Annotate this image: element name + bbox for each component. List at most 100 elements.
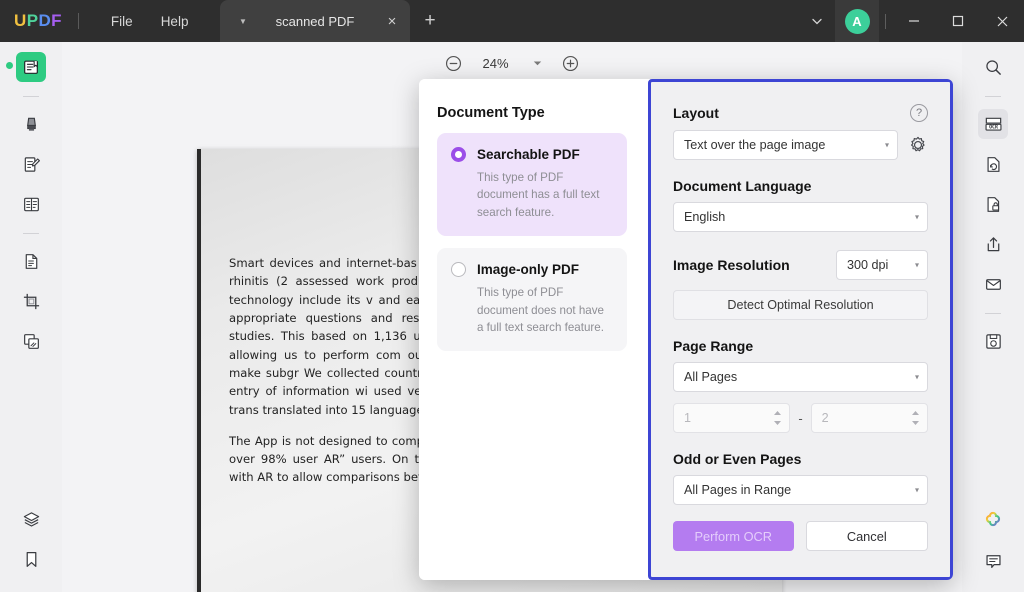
tab-dropdown-caret-icon[interactable]: ▼ xyxy=(230,17,256,26)
tab-close-icon[interactable]: × xyxy=(374,13,410,30)
option-image-only-pdf-head: Image-only PDF xyxy=(451,262,613,277)
odd-or-even-select[interactable]: All Pages in Range ▾ xyxy=(673,475,928,505)
image-resolution-select[interactable]: 300 dpi ▾ xyxy=(836,250,928,280)
svg-text:OCR: OCR xyxy=(989,124,998,130)
option-image-only-pdf[interactable]: Image-only PDF This type of PDF document… xyxy=(437,248,627,351)
option-searchable-pdf-description: This type of PDF document has a full tex… xyxy=(477,169,613,221)
image-resolution-row: Image Resolution 300 dpi ▾ xyxy=(673,250,928,280)
chevron-down-icon[interactable] xyxy=(799,0,835,42)
detect-optimal-resolution-button[interactable]: Detect Optimal Resolution xyxy=(673,290,928,320)
sidebar-item-batch[interactable] xyxy=(16,326,46,356)
logo-letter-u: U xyxy=(14,11,27,31)
convert-pdf-button[interactable] xyxy=(978,149,1008,179)
sidebar-item-edit-pdf[interactable] xyxy=(16,149,46,179)
email-button[interactable] xyxy=(978,269,1008,299)
page-range-inputs: 1 - 2 xyxy=(673,403,928,433)
stepper-arrows-icon[interactable] xyxy=(773,410,782,426)
left-toolbar xyxy=(0,42,62,592)
radio-image-only-pdf[interactable] xyxy=(451,262,466,277)
chevron-down-icon: ▾ xyxy=(915,486,919,495)
layout-row: Text over the page image ▾ xyxy=(673,130,928,160)
rail-divider-2 xyxy=(23,233,39,234)
ocr-settings-panel: Layout ? Text over the page image ▾ Docu… xyxy=(648,79,953,580)
zoom-dropdown-caret-icon[interactable] xyxy=(523,60,552,67)
sidebar-item-reader[interactable] xyxy=(16,52,46,82)
document-language-value: English xyxy=(684,210,725,224)
titlebar-right-controls: A xyxy=(799,0,1024,42)
comment-button[interactable] xyxy=(978,546,1008,576)
stepper-arrows-icon[interactable] xyxy=(911,410,920,426)
layout-select-value: Text over the page image xyxy=(684,138,825,152)
page-range-from-value: 1 xyxy=(684,411,691,425)
ocr-button[interactable]: OCR xyxy=(978,109,1008,139)
document-language-select[interactable]: English ▾ xyxy=(673,202,928,232)
radio-searchable-pdf[interactable] xyxy=(451,147,466,162)
page-range-value: All Pages xyxy=(684,370,737,384)
chevron-down-icon: ▾ xyxy=(915,213,919,222)
page-range-to-input[interactable]: 2 xyxy=(811,403,928,433)
protect-document-button[interactable] xyxy=(978,189,1008,219)
search-button[interactable] xyxy=(978,52,1008,82)
title-bar: UPDF File Help ▼ scanned PDF × + A xyxy=(0,0,1024,42)
bookmark-button[interactable] xyxy=(16,544,46,574)
document-type-title: Document Type xyxy=(437,105,627,121)
help-icon[interactable]: ? xyxy=(910,104,928,122)
page-range-to-value: 2 xyxy=(822,411,829,425)
right-toolbar: OCR xyxy=(962,42,1024,592)
perform-ocr-button[interactable]: Perform OCR xyxy=(673,521,794,551)
page-range-from-input[interactable]: 1 xyxy=(673,403,790,433)
sidebar-item-crop[interactable] xyxy=(16,286,46,316)
menu-help[interactable]: Help xyxy=(147,10,203,33)
zoom-level-value[interactable]: 24% xyxy=(473,56,519,71)
option-image-only-pdf-description: This type of PDF document does not have … xyxy=(477,284,613,336)
right-rail-divider-2 xyxy=(985,313,1001,314)
rail-divider-1 xyxy=(23,96,39,97)
avatar: A xyxy=(845,9,870,34)
window-minimize-button[interactable] xyxy=(892,0,936,42)
document-tab[interactable]: ▼ scanned PDF × xyxy=(220,0,410,42)
zoom-out-button[interactable] xyxy=(439,48,469,78)
user-account-button[interactable]: A xyxy=(835,0,879,42)
tab-title: scanned PDF xyxy=(256,14,374,29)
sidebar-item-organize-pages[interactable] xyxy=(16,189,46,219)
option-searchable-pdf[interactable]: Searchable PDF This type of PDF document… xyxy=(437,133,627,236)
new-tab-button[interactable]: + xyxy=(410,0,450,42)
logo-letter-d: D xyxy=(38,11,51,31)
window-maximize-button[interactable] xyxy=(936,0,980,42)
share-button[interactable] xyxy=(978,229,1008,259)
layout-select[interactable]: Text over the page image ▾ xyxy=(673,130,898,160)
page-range-select[interactable]: All Pages ▾ xyxy=(673,362,928,392)
layers-button[interactable] xyxy=(16,504,46,534)
document-language-label: Document Language xyxy=(673,178,928,194)
save-button[interactable] xyxy=(978,326,1008,356)
document-type-panel: Document Type Searchable PDF This type o… xyxy=(419,79,645,580)
layout-label: Layout xyxy=(673,105,719,121)
option-searchable-pdf-label: Searchable PDF xyxy=(477,147,580,162)
window-close-button[interactable] xyxy=(980,0,1024,42)
logo-letter-p: P xyxy=(27,11,39,31)
zoom-toolbar: 24% xyxy=(62,42,962,84)
tab-strip: ▼ scanned PDF × + xyxy=(220,0,450,42)
chevron-down-icon: ▾ xyxy=(915,373,919,382)
zoom-in-button[interactable] xyxy=(556,48,586,78)
chevron-down-icon: ▾ xyxy=(885,141,889,150)
titlebar-divider xyxy=(78,13,79,29)
ocr-settings-dialog: Document Type Searchable PDF This type o… xyxy=(419,79,953,580)
right-rail-divider-1 xyxy=(985,96,1001,97)
odd-or-even-value: All Pages in Range xyxy=(684,483,791,497)
workspace: 24% Improve i Smart devices and internet… xyxy=(0,42,1024,592)
option-image-only-pdf-label: Image-only PDF xyxy=(477,262,579,277)
active-indicator-dot xyxy=(6,62,13,69)
gear-icon[interactable] xyxy=(908,135,928,155)
logo-letter-f: F xyxy=(51,11,62,31)
chevron-down-icon: ▾ xyxy=(915,261,919,270)
image-resolution-value: 300 dpi xyxy=(847,258,888,272)
ai-assistant-button[interactable] xyxy=(978,506,1008,536)
sidebar-item-page-edit[interactable] xyxy=(16,246,46,276)
titlebar-divider-2 xyxy=(885,14,886,29)
sidebar-item-annotate[interactable] xyxy=(16,109,46,139)
cancel-button[interactable]: Cancel xyxy=(806,521,929,551)
option-searchable-pdf-head: Searchable PDF xyxy=(451,147,613,162)
menu-file[interactable]: File xyxy=(97,10,147,33)
image-resolution-label: Image Resolution xyxy=(673,257,790,273)
